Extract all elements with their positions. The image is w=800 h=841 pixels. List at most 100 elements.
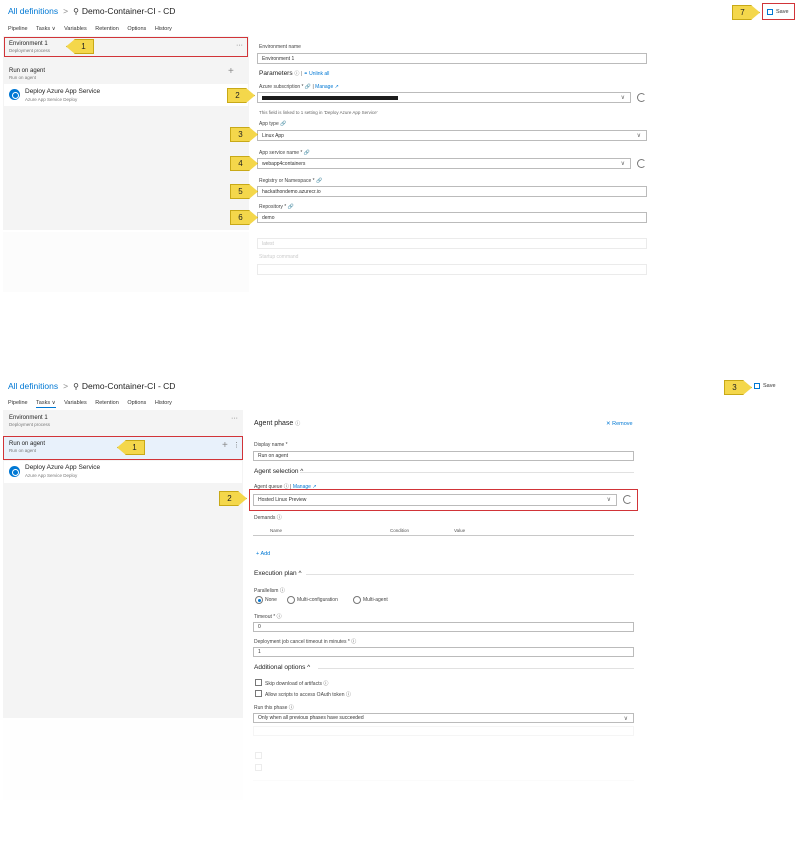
parallelism-multi-config-label: Multi-configuration (297, 597, 338, 603)
azure-subscription-select[interactable]: ∨ (257, 92, 631, 103)
save-icon (754, 383, 760, 389)
app-service-name-select[interactable]: webapp4containers ∨ (257, 158, 631, 169)
environment-name: Environment 1 (9, 415, 48, 421)
faded-field (253, 726, 634, 736)
save-button[interactable]: Save (754, 383, 776, 389)
divider (306, 574, 634, 575)
info-icon: ⓘ (279, 588, 285, 594)
highlight-box (4, 37, 248, 57)
parallelism-multi-agent-label: Multi-agent (363, 597, 388, 603)
chevron-down-icon: ∨ (623, 716, 628, 722)
breadcrumb-separator: > (63, 6, 69, 16)
run-on-agent-sub: Run on agent (9, 75, 37, 80)
tab-variables[interactable]: Variables (64, 26, 87, 32)
refresh-icon[interactable] (637, 93, 646, 102)
tab-options[interactable]: Options (127, 400, 146, 406)
tab-pipeline[interactable]: Pipeline (8, 400, 28, 406)
info-icon: ⓘ (276, 515, 282, 521)
repository-input[interactable]: demo (257, 212, 647, 223)
add-task-icon[interactable]: + (228, 66, 234, 77)
callout-5: 5 (230, 184, 258, 199)
cancel-timeout-label: Deployment job cancel timeout in minutes… (254, 639, 357, 645)
tab-retention[interactable]: Retention (95, 400, 119, 406)
tab-history[interactable]: History (155, 26, 172, 32)
app-service-icon (9, 89, 20, 100)
allow-oauth-label: Allow scripts to access OAuth token ⓘ (265, 692, 351, 698)
chevron-up-icon: ^ (307, 664, 311, 671)
redacted-value (262, 95, 398, 100)
breadcrumb: All definitions > ⚲ Demo-Container-CI - CD (8, 6, 175, 16)
tab-pipeline[interactable]: Pipeline (8, 26, 28, 32)
demands-label: Demands ⓘ (254, 515, 282, 521)
faded-checkbox (255, 752, 262, 759)
display-name-input[interactable]: Run on agent (253, 451, 634, 461)
parallelism-none-radio[interactable] (255, 596, 263, 604)
pipeline-icon: ⚲ (73, 7, 79, 16)
app-service-icon (9, 466, 20, 477)
skip-download-checkbox[interactable] (255, 679, 262, 686)
tab-variables[interactable]: Variables (64, 400, 87, 406)
divider (300, 472, 634, 473)
info-icon: ⓘ (288, 705, 294, 711)
info-icon: ⓘ (295, 421, 301, 427)
remove-button[interactable]: ✕ Remove (606, 421, 633, 427)
column-header-name: Name (270, 528, 283, 533)
execution-plan-header[interactable]: Execution plan ^ (254, 570, 302, 577)
info-icon: ⓘ (323, 681, 329, 687)
tab-history[interactable]: History (155, 400, 172, 406)
tab-options[interactable]: Options (127, 26, 146, 32)
breadcrumb-separator: > (63, 381, 69, 391)
environment-item[interactable]: Environment 1 Deployment process (9, 415, 50, 427)
run-on-agent-item[interactable]: Run on agent Run on agent (9, 68, 45, 80)
faded-label: Startup command (259, 254, 299, 260)
callout-3: 3 (724, 380, 752, 395)
timeout-input[interactable]: 0 (253, 622, 634, 632)
all-definitions-link[interactable]: All definitions (8, 381, 58, 391)
manage-link[interactable]: Manage (315, 84, 333, 90)
add-demand-button[interactable]: + Add (256, 551, 270, 557)
chevron-down-icon: ∨ (620, 161, 625, 167)
faded-checkbox (255, 764, 262, 771)
registry-input[interactable]: hackathondemo.azurecr.io (257, 186, 647, 197)
parallelism-multi-agent-radio[interactable] (353, 596, 361, 604)
tab-tasks[interactable]: Tasks ∨ (36, 400, 56, 408)
app-service-name-value: webapp4containers (262, 160, 306, 167)
allow-oauth-checkbox[interactable] (255, 690, 262, 697)
parallelism-multi-config-radio[interactable] (287, 596, 295, 604)
tab-tasks[interactable]: Tasks ∨ (36, 26, 56, 32)
more-options-icon[interactable]: ··· (231, 415, 238, 422)
faded-divider (253, 780, 634, 781)
agent-phase-title: Agent phase ⓘ (254, 420, 301, 427)
callout-2: 2 (227, 88, 255, 103)
skip-download-label: Skip download of artifacts ⓘ (265, 681, 329, 687)
info-icon: ⓘ (351, 639, 357, 645)
pipeline-icon: ⚲ (73, 382, 79, 391)
linked-setting-note: This field is linked to 1 setting in 'De… (259, 110, 378, 115)
cancel-timeout-input[interactable]: 1 (253, 647, 634, 657)
column-header-value: Value (454, 528, 466, 533)
phase-list-reflection (3, 232, 249, 292)
environment-name-field[interactable]: Environment 1 (257, 53, 647, 64)
agent-selection-header[interactable]: Agent selection ^ (254, 468, 303, 475)
chevron-down-icon: ∨ (620, 95, 625, 101)
app-service-name-label: App service name * 🔗 (259, 150, 310, 156)
info-icon: ⓘ (276, 614, 282, 620)
all-definitions-link[interactable]: All definitions (8, 6, 58, 16)
unlink-all-link[interactable]: ⚭ Unlink all (304, 71, 330, 77)
app-type-select[interactable]: Linux App ∨ (257, 130, 647, 141)
task-title: Deploy Azure App Service (25, 88, 101, 95)
tab-retention[interactable]: Retention (95, 26, 119, 32)
additional-options-header[interactable]: Additional options ^ (254, 664, 310, 671)
tab-bar: Pipeline Tasks ∨ Variables Retention Opt… (8, 26, 179, 32)
timeout-label: Timeout * ⓘ (254, 614, 282, 620)
breadcrumb: All definitions > ⚲ Demo-Container-CI - CD (8, 381, 175, 391)
callout-4: 4 (230, 156, 258, 171)
faded-field: latest (257, 238, 647, 249)
parallelism-none-label: None (265, 597, 277, 603)
app-type-value: Linux App (262, 132, 284, 139)
chevron-up-icon: ^ (298, 570, 302, 577)
refresh-icon[interactable] (637, 159, 646, 168)
callout-6: 6 (230, 210, 258, 225)
run-this-phase-select[interactable]: Only when all previous phases have succe… (253, 713, 634, 723)
run-this-phase-label: Run this phase ⓘ (254, 705, 294, 711)
